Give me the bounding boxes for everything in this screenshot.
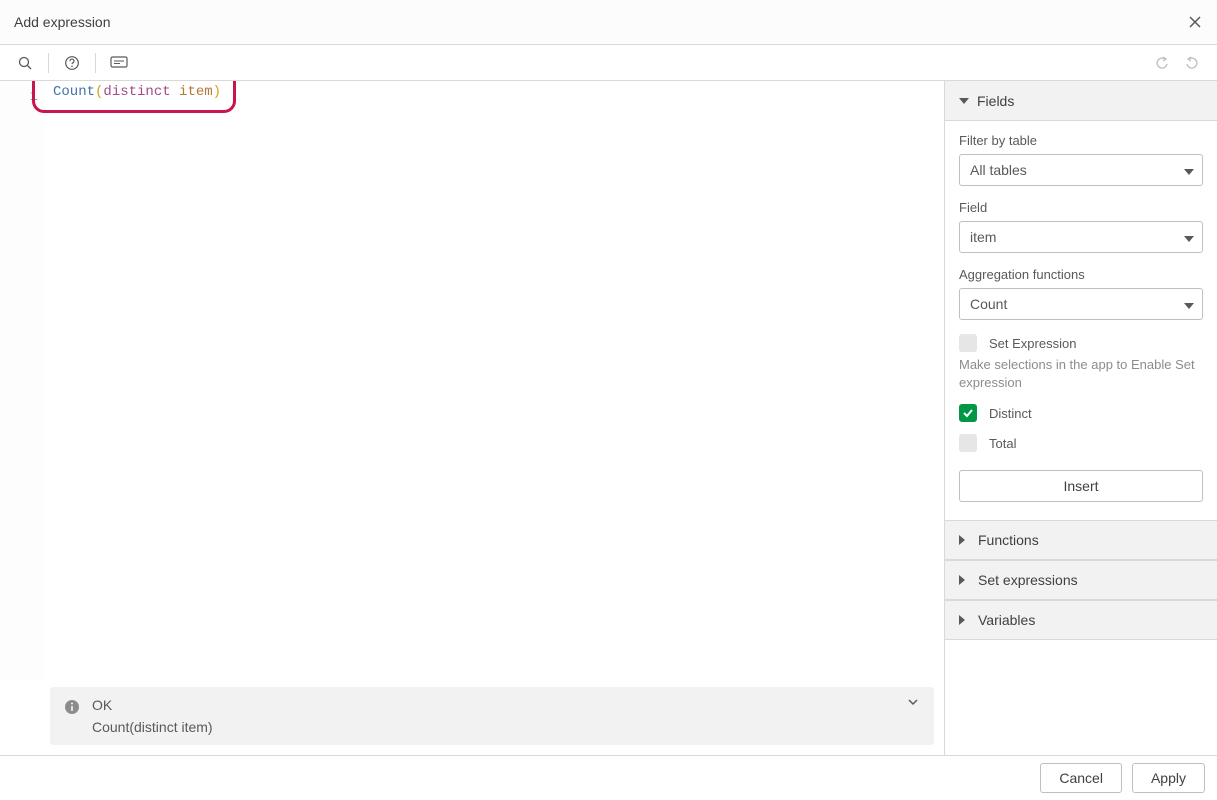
code-content[interactable]: Count(distinct item) — [44, 81, 944, 679]
redo-button[interactable] — [1179, 50, 1205, 76]
insert-button[interactable]: Insert — [959, 470, 1203, 502]
dialog-header: Add expression — [0, 0, 1217, 45]
toolbar-separator — [48, 53, 49, 73]
caret-right-icon — [959, 535, 970, 545]
accordion-variables-label: Variables — [978, 612, 1035, 628]
accordion-fields[interactable]: Fields — [945, 81, 1217, 121]
close-button[interactable] — [1187, 14, 1203, 30]
caret-right-icon — [959, 615, 970, 625]
filter-value: All tables — [970, 162, 1027, 178]
set-expression-checkbox — [959, 334, 977, 352]
chevron-down-icon — [906, 695, 920, 709]
dialog-title: Add expression — [14, 14, 111, 30]
cancel-button[interactable]: Cancel — [1040, 763, 1122, 793]
main-area: 1 Count(distinct item) OK Count(distinct… — [0, 81, 1217, 755]
status-expression: Count(distinct item) — [92, 719, 920, 735]
search-icon — [17, 55, 33, 71]
set-expression-row: Set Expression — [959, 334, 1203, 352]
filter-label: Filter by table — [959, 133, 1203, 148]
close-icon — [1187, 14, 1203, 30]
total-label: Total — [989, 436, 1016, 451]
total-row: Total — [959, 434, 1203, 452]
aggregation-label: Aggregation functions — [959, 267, 1203, 282]
editor-toolbar — [0, 45, 1217, 81]
set-expression-label: Set Expression — [989, 336, 1076, 351]
search-button[interactable] — [12, 50, 38, 76]
status-bar[interactable]: OK Count(distinct item) — [50, 687, 934, 745]
fields-body: Filter by table All tables Field item Ag… — [945, 121, 1217, 520]
code-editor[interactable]: 1 Count(distinct item) — [0, 81, 944, 679]
token-keyword: distinct — [103, 84, 170, 100]
aggregation-value: Count — [970, 296, 1007, 312]
help-button[interactable] — [59, 50, 85, 76]
comment-button[interactable] — [106, 50, 132, 76]
status-ok-label: OK — [92, 697, 920, 713]
caret-down-icon — [1184, 229, 1194, 245]
accordion-functions-label: Functions — [978, 532, 1039, 548]
aggregation-select[interactable]: Count — [959, 288, 1203, 320]
apply-button[interactable]: Apply — [1132, 763, 1205, 793]
undo-button[interactable] — [1149, 50, 1175, 76]
editor-wrap: 1 Count(distinct item) OK Count(distinct… — [0, 81, 945, 755]
undo-icon — [1154, 55, 1170, 71]
caret-down-icon — [1184, 296, 1194, 312]
dialog-footer: Cancel Apply — [0, 755, 1217, 800]
distinct-checkbox[interactable] — [959, 404, 977, 422]
token-field: item — [179, 84, 213, 100]
accordion-set-expressions[interactable]: Set expressions — [945, 560, 1217, 600]
accordion-variables[interactable]: Variables — [945, 600, 1217, 640]
help-icon — [64, 55, 80, 71]
accordion-set-expressions-label: Set expressions — [978, 572, 1078, 588]
caret-down-icon — [1184, 162, 1194, 178]
info-icon — [64, 699, 80, 715]
accordion-fields-label: Fields — [977, 93, 1014, 109]
caret-down-icon — [959, 98, 969, 104]
expression-highlight: Count(distinct item) — [32, 81, 236, 113]
line-gutter: 1 — [0, 81, 44, 679]
redo-icon — [1184, 55, 1200, 71]
total-checkbox[interactable] — [959, 434, 977, 452]
filter-by-table-select[interactable]: All tables — [959, 154, 1203, 186]
caret-right-icon — [959, 575, 970, 585]
distinct-row: Distinct — [959, 404, 1203, 422]
field-value: item — [970, 229, 996, 245]
toolbar-separator — [95, 53, 96, 73]
set-expression-help: Make selections in the app to Enable Set… — [959, 356, 1203, 392]
distinct-label: Distinct — [989, 406, 1032, 421]
status-body: OK Count(distinct item) — [92, 697, 920, 735]
token-function: Count — [53, 84, 95, 100]
side-panel: Fields Filter by table All tables Field … — [945, 81, 1217, 755]
accordion-functions[interactable]: Functions — [945, 520, 1217, 560]
field-label: Field — [959, 200, 1203, 215]
field-select[interactable]: item — [959, 221, 1203, 253]
token-paren-close: ) — [213, 84, 221, 100]
comment-icon — [110, 56, 128, 70]
